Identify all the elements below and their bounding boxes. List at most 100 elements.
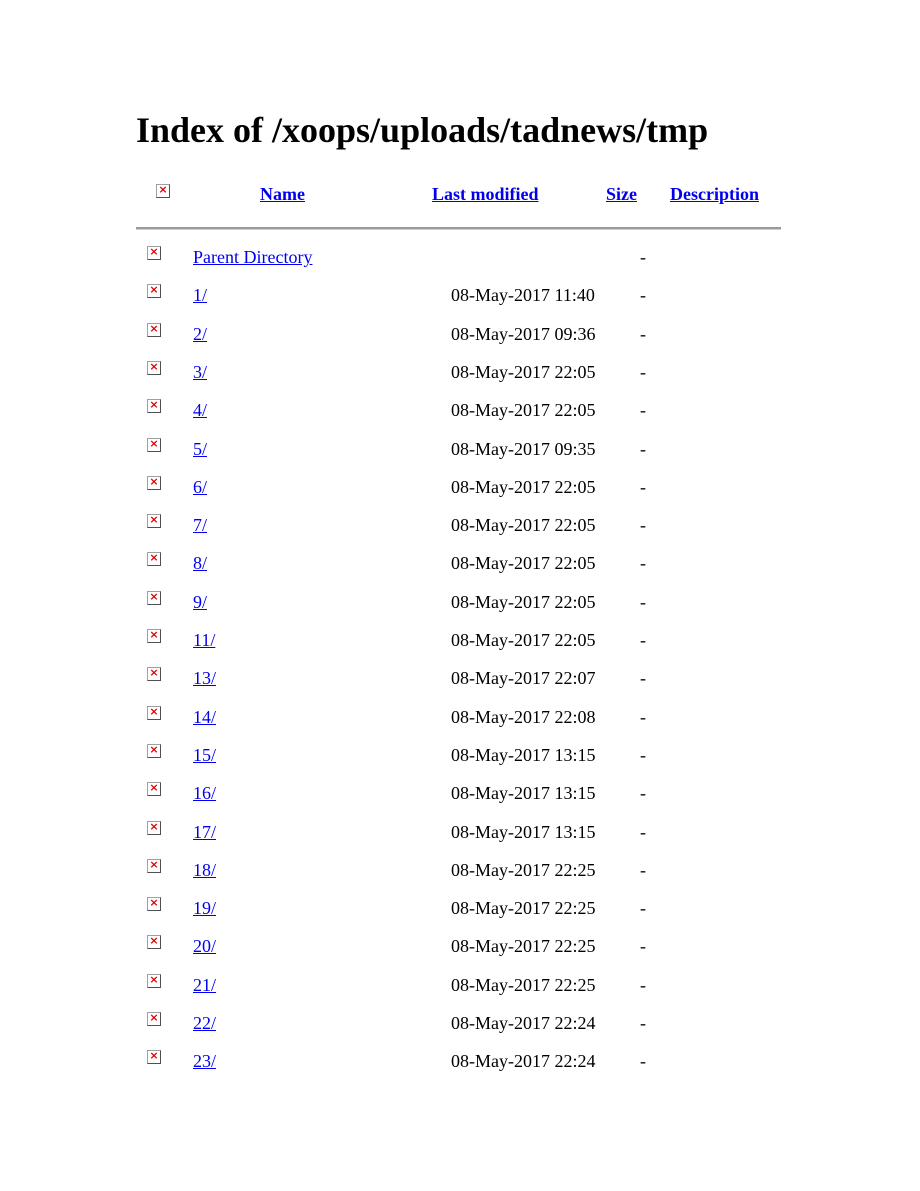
directory-row: 13/08-May-2017 22:07 - (0, 665, 920, 691)
broken-image-icon (147, 972, 161, 988)
broken-image-icon (147, 895, 161, 911)
size-value: - (640, 553, 646, 573)
broken-image-icon (147, 282, 161, 298)
broken-image-icon (147, 704, 161, 720)
directory-link[interactable]: 18/ (193, 859, 216, 881)
broken-image-icon (147, 819, 161, 835)
directory-link[interactable]: 20/ (193, 935, 216, 957)
directory-link[interactable]: 22/ (193, 1012, 216, 1034)
directory-row: 1/08-May-2017 11:40 - (0, 282, 920, 308)
broken-image-icon (147, 436, 161, 452)
directory-link[interactable]: 15/ (193, 744, 216, 766)
directory-link[interactable]: 4/ (193, 399, 207, 421)
directory-link[interactable]: 8/ (193, 552, 207, 574)
broken-image-icon (147, 589, 161, 605)
size-value: - (640, 515, 646, 535)
size-value: - (640, 975, 646, 995)
size-value: - (640, 630, 646, 650)
directory-row: 18/08-May-2017 22:25 - (0, 857, 920, 883)
sort-by-last-modified-link[interactable]: Last modified (432, 183, 539, 205)
last-modified-value: 08-May-2017 22:25 (451, 975, 596, 995)
size-value: - (640, 324, 646, 344)
directory-row: 4/08-May-2017 22:05 - (0, 397, 920, 423)
directory-link[interactable]: 6/ (193, 476, 207, 498)
directory-link[interactable]: 9/ (193, 591, 207, 613)
directory-row: 20/08-May-2017 22:25 - (0, 933, 920, 959)
last-modified-value: 08-May-2017 22:05 (451, 630, 596, 650)
last-modified-value: 08-May-2017 22:25 (451, 860, 596, 880)
broken-image-icon (147, 1010, 161, 1026)
directory-link[interactable]: 5/ (193, 438, 207, 460)
sort-by-name-link[interactable]: Name (260, 183, 305, 205)
directory-row: 19/08-May-2017 22:25 - (0, 895, 920, 921)
directory-link[interactable]: 7/ (193, 514, 207, 536)
size-value: - (640, 592, 646, 612)
directory-row: 14/08-May-2017 22:08 - (0, 704, 920, 730)
broken-image-icon (147, 474, 161, 490)
parent-directory-link[interactable]: Parent Directory (193, 246, 312, 268)
directory-row: 22/08-May-2017 22:24 - (0, 1010, 920, 1036)
broken-image-icon (147, 397, 161, 413)
last-modified-value: 08-May-2017 22:08 (451, 707, 596, 727)
last-modified-value: 08-May-2017 22:24 (451, 1051, 596, 1071)
page-title: Index of /xoops/uploads/tadnews/tmp (136, 110, 709, 150)
directory-link[interactable]: 17/ (193, 821, 216, 843)
directory-row: 9/08-May-2017 22:05 - (0, 589, 920, 615)
broken-image-icon (147, 359, 161, 375)
broken-image-icon (147, 550, 161, 566)
last-modified-value: 08-May-2017 13:15 (451, 822, 596, 842)
directory-link[interactable]: 21/ (193, 974, 216, 996)
sort-by-size-link[interactable]: Size (606, 183, 637, 205)
size-value: - (640, 745, 646, 765)
directory-row: 5/08-May-2017 09:35 - (0, 436, 920, 462)
broken-image-icon (147, 512, 161, 528)
directory-link[interactable]: 19/ (193, 897, 216, 919)
size-value: - (640, 936, 646, 956)
directory-link[interactable]: 2/ (193, 323, 207, 345)
directory-row: 8/08-May-2017 22:05 - (0, 550, 920, 576)
directory-row: 7/08-May-2017 22:05 - (0, 512, 920, 538)
last-modified-value: 08-May-2017 09:35 (451, 439, 596, 459)
size-value: - (640, 400, 646, 420)
directory-row: 6/08-May-2017 22:05 - (0, 474, 920, 500)
header-divider (136, 227, 781, 230)
directory-link[interactable]: 11/ (193, 629, 215, 651)
directory-row: 2/08-May-2017 09:36 - (0, 321, 920, 347)
directory-link[interactable]: 14/ (193, 706, 216, 728)
broken-image-icon (156, 182, 170, 198)
directory-row: 11/08-May-2017 22:05 - (0, 627, 920, 653)
size-value: - (640, 439, 646, 459)
last-modified-value: 08-May-2017 22:05 (451, 362, 596, 382)
last-modified-value: 08-May-2017 22:05 (451, 515, 596, 535)
directory-link[interactable]: 16/ (193, 782, 216, 804)
directory-row: 16/08-May-2017 13:15 - (0, 780, 920, 806)
directory-link[interactable]: 13/ (193, 667, 216, 689)
last-modified-value: 08-May-2017 22:05 (451, 477, 596, 497)
directory-row: 15/08-May-2017 13:15 - (0, 742, 920, 768)
broken-image-icon (147, 321, 161, 337)
directory-link[interactable]: 23/ (193, 1050, 216, 1072)
size-value: - (640, 1051, 646, 1071)
sort-by-description-link[interactable]: Description (670, 183, 759, 205)
broken-image-icon (147, 244, 161, 260)
directory-link[interactable]: 3/ (193, 361, 207, 383)
broken-image-icon (147, 627, 161, 643)
last-modified-value: 08-May-2017 22:24 (451, 1013, 596, 1033)
last-modified-value: 08-May-2017 22:05 (451, 553, 596, 573)
size-value: - (640, 783, 646, 803)
size-value: - (640, 668, 646, 688)
directory-link[interactable]: 1/ (193, 284, 207, 306)
last-modified-value: 08-May-2017 11:40 (451, 285, 595, 305)
size-value: - (640, 707, 646, 727)
broken-image-icon (147, 742, 161, 758)
broken-image-icon (147, 665, 161, 681)
directory-row: 17/08-May-2017 13:15 - (0, 819, 920, 845)
broken-image-icon (147, 1048, 161, 1064)
directory-row: 23/08-May-2017 22:24 - (0, 1048, 920, 1074)
parent-directory-row: Parent Directory - (0, 244, 920, 270)
last-modified-value: 08-May-2017 22:25 (451, 936, 596, 956)
last-modified-value: 08-May-2017 22:05 (451, 400, 596, 420)
directory-row: 21/08-May-2017 22:25 - (0, 972, 920, 998)
size-value: - (640, 285, 646, 305)
last-modified-value: 08-May-2017 22:25 (451, 898, 596, 918)
